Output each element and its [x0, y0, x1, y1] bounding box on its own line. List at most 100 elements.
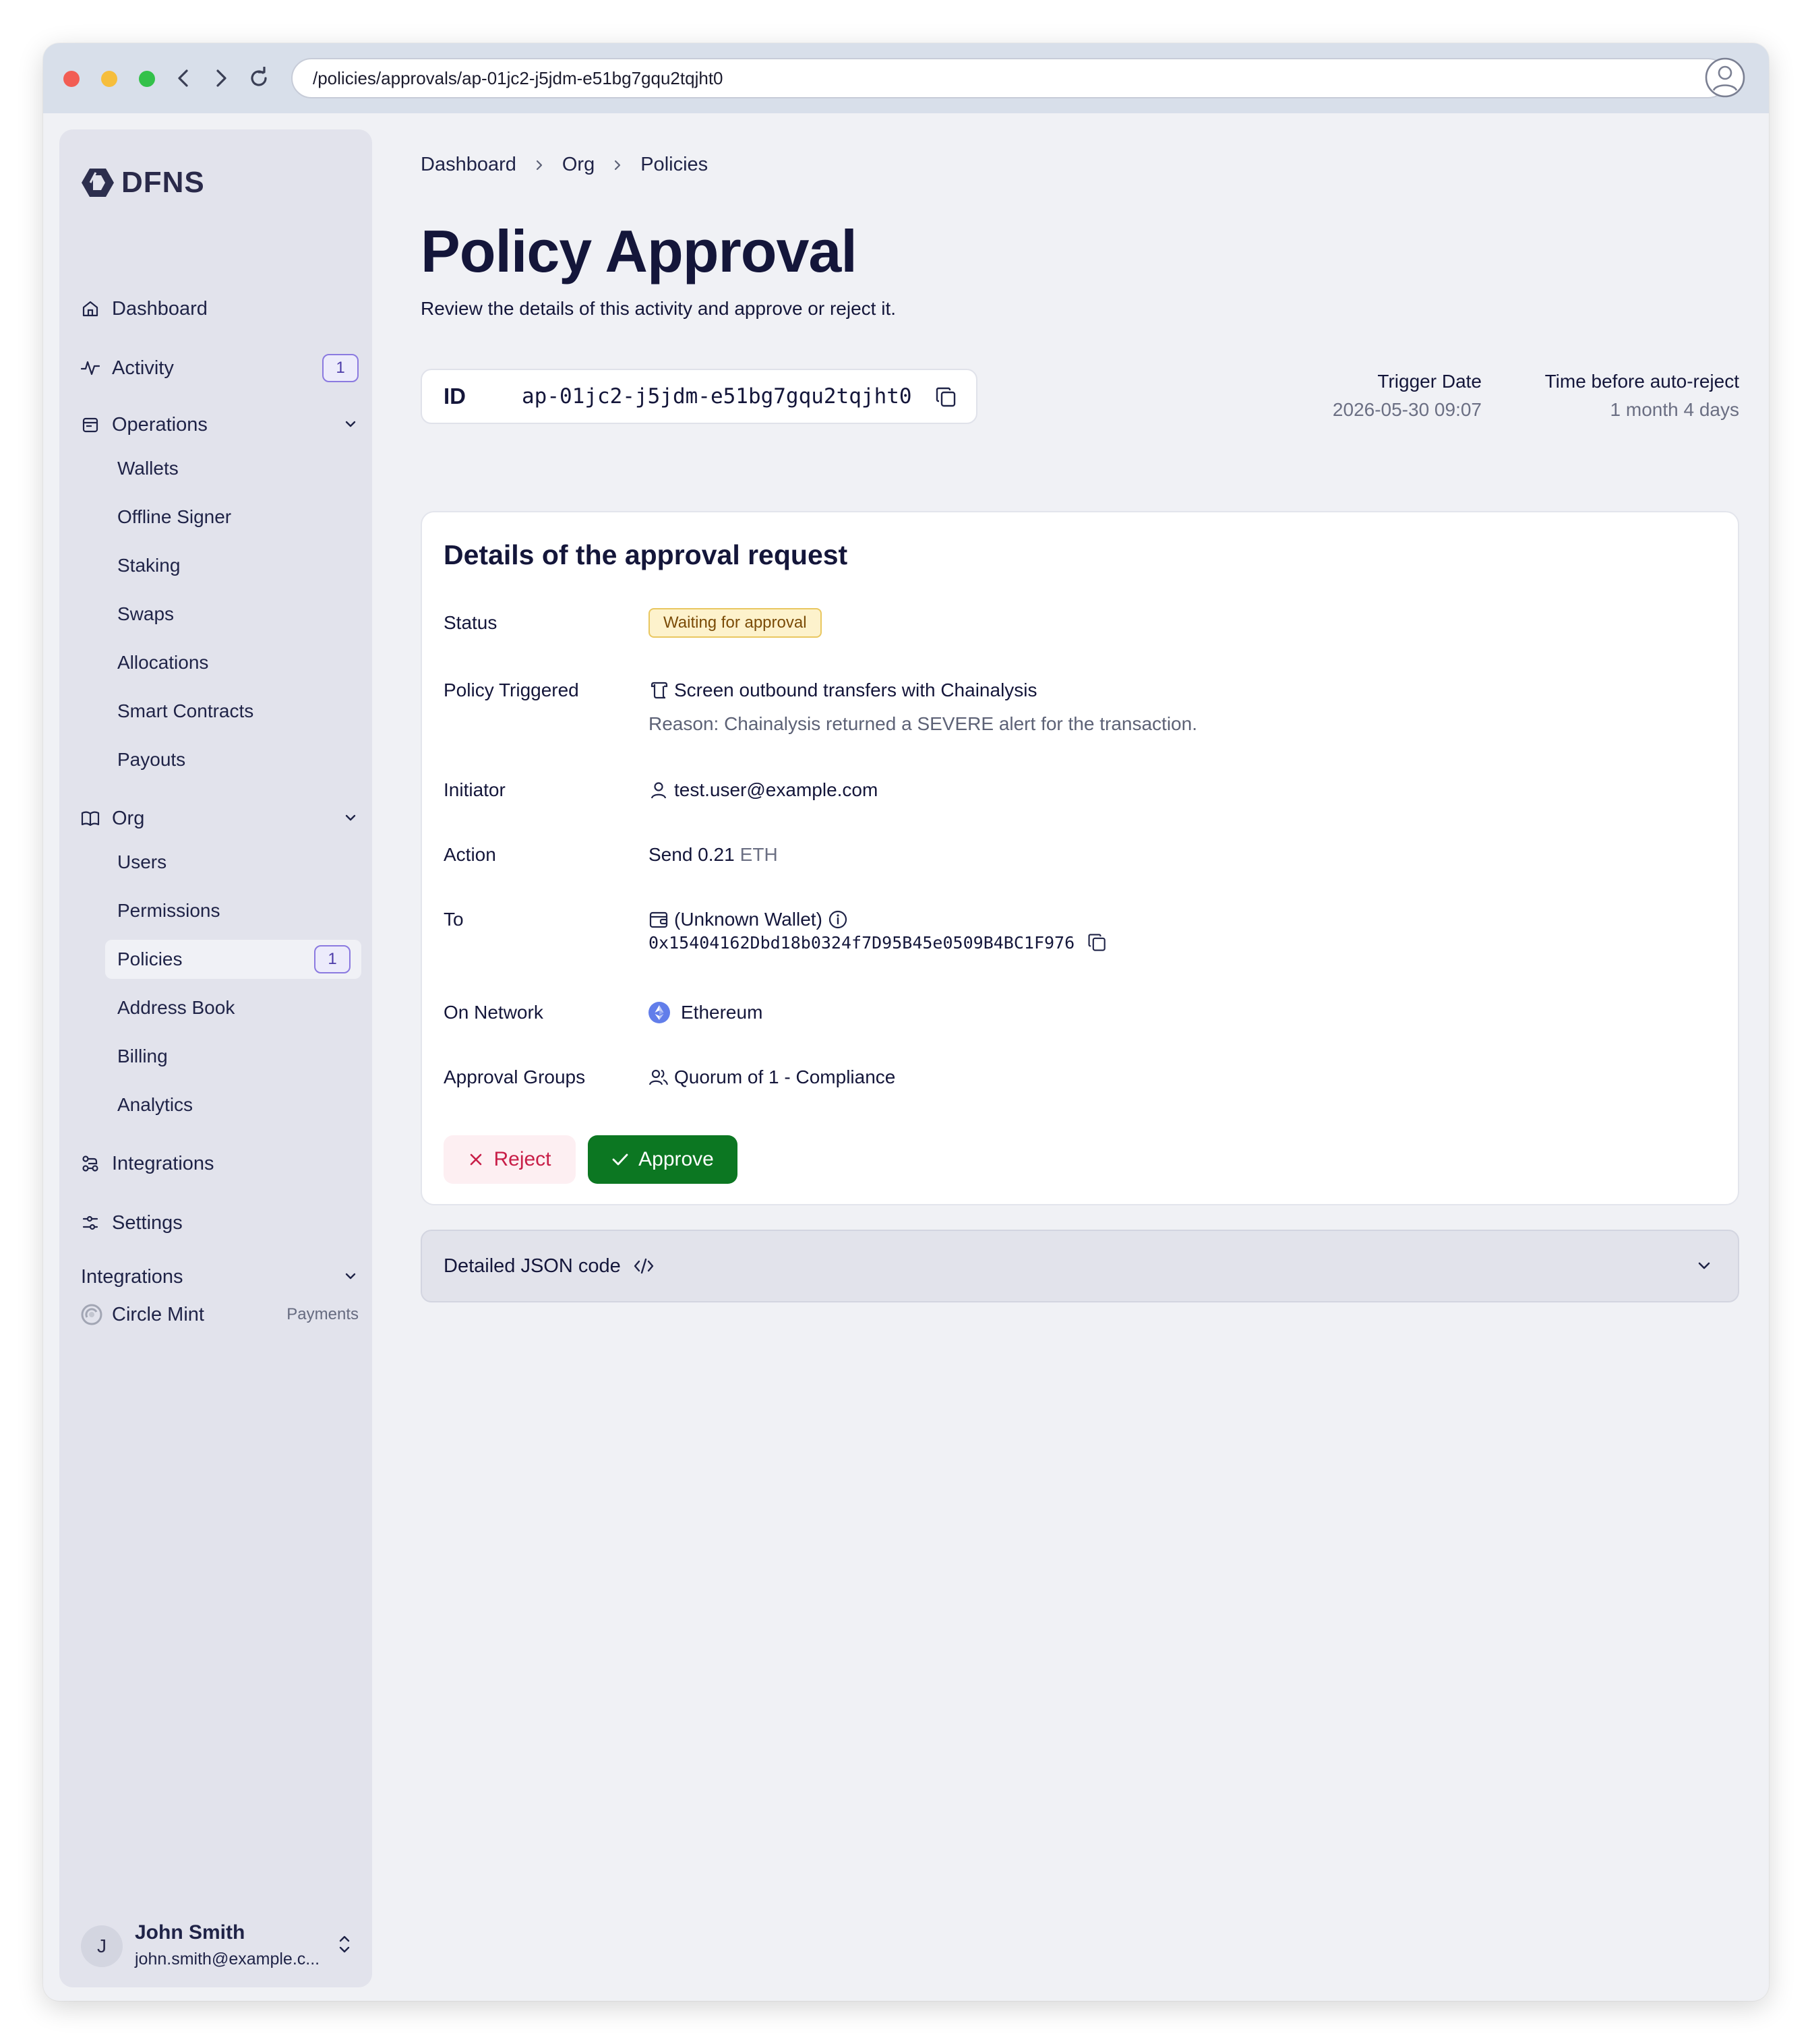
chevron-down-icon[interactable]: [342, 415, 359, 438]
wallet-icon: [648, 909, 669, 930]
copy-icon[interactable]: [934, 385, 959, 413]
sidebar-item-users[interactable]: Users: [105, 843, 361, 882]
sidebar-item-allocations[interactable]: Allocations: [105, 643, 361, 682]
sidebar-item-label: Staking: [117, 555, 181, 576]
sidebar-item-permissions[interactable]: Permissions: [105, 891, 361, 930]
policy-triggered-value[interactable]: Screen outbound transfers with Chainalys…: [648, 680, 1037, 701]
browser-profile-icon[interactable]: [1704, 57, 1746, 98]
sidebar-item-wallets[interactable]: Wallets: [105, 449, 361, 488]
home-icon: [81, 299, 100, 318]
network-value: Ethereum: [648, 1002, 762, 1023]
sidebar-item-label: Permissions: [117, 900, 220, 921]
maximize-window-button[interactable]: [139, 71, 155, 87]
auto-reject-timer: Time before auto-reject 1 month 4 days: [1545, 371, 1739, 421]
card-title: Details of the approval request: [444, 539, 848, 570]
chevron-down-icon[interactable]: [342, 809, 359, 831]
breadcrumb: Dashboard Org Policies: [421, 154, 708, 176]
address-text: 0x15404162Dbd18b0324f7D95B45e0509B4BC1F9…: [648, 932, 1075, 953]
network-name: Ethereum: [681, 1002, 763, 1023]
info-icon[interactable]: [828, 909, 848, 930]
settings-sliders-icon: [81, 1213, 100, 1232]
sidebar: DFNS Dashboard Activity 1 Operations Wal…: [59, 129, 372, 1987]
forward-icon[interactable]: [206, 63, 236, 93]
chevron-up-down-icon[interactable]: [337, 1933, 352, 1958]
integrations-section-header[interactable]: Integrations: [81, 1261, 359, 1293]
brand-name: DFNS: [121, 166, 205, 199]
sidebar-item-label: Offline Signer: [117, 506, 232, 527]
activity-count-badge: 1: [322, 354, 359, 382]
sidebar-item-label: Policies: [117, 949, 183, 969]
chevron-right-icon: [612, 158, 623, 172]
sidebar-item-label: Users: [117, 851, 167, 872]
sidebar-item-payouts[interactable]: Payouts: [105, 740, 361, 779]
to-label: To: [444, 909, 464, 930]
circle-mint-logo-icon: [81, 1304, 102, 1325]
approve-button[interactable]: Approve: [588, 1135, 737, 1184]
dfns-logo[interactable]: DFNS: [81, 166, 205, 200]
url-bar[interactable]: /policies/approvals/ap-01jc2-j5jdm-e51bg…: [291, 58, 1728, 98]
sidebar-item-circle-mint[interactable]: Circle Mint Payments: [81, 1300, 359, 1329]
back-icon[interactable]: [169, 63, 198, 93]
approval-groups-label: Approval Groups: [444, 1066, 586, 1087]
section-title: Integrations: [81, 1265, 183, 1288]
action-amount: Send 0.21: [648, 844, 735, 865]
policy-triggered-label: Policy Triggered: [444, 680, 579, 700]
sidebar-item-smart-contracts[interactable]: Smart Contracts: [105, 692, 361, 731]
breadcrumb-policies[interactable]: Policies: [640, 154, 708, 176]
calendar-icon: [81, 415, 100, 434]
chevron-down-icon[interactable]: [342, 1267, 359, 1290]
chevron-right-icon: [534, 158, 545, 172]
close-window-button[interactable]: [63, 71, 80, 87]
user-menu[interactable]: J John Smith john.smith@example.c...: [81, 1919, 359, 1970]
integrations-icon: [81, 1154, 100, 1173]
sidebar-item-label: Operations: [112, 413, 208, 435]
browser-titlebar: /policies/approvals/ap-01jc2-j5jdm-e51bg…: [43, 43, 1769, 113]
sidebar-item-label: Smart Contracts: [117, 700, 254, 721]
copy-icon[interactable]: [1087, 932, 1108, 953]
page-description: Review the details of this activity and …: [421, 298, 897, 319]
reject-label: Reject: [493, 1148, 551, 1170]
book-open-icon: [81, 809, 100, 828]
dfns-logo-icon: [82, 169, 114, 197]
sidebar-item-swaps[interactable]: Swaps: [105, 595, 361, 634]
chevron-down-icon[interactable]: [1695, 1257, 1714, 1281]
sidebar-item-label: Dashboard: [112, 297, 208, 320]
action-label: Action: [444, 844, 496, 865]
sidebar-item-staking[interactable]: Staking: [105, 546, 361, 585]
sidebar-item-billing[interactable]: Billing: [105, 1037, 361, 1076]
sidebar-item-dashboard[interactable]: Dashboard: [81, 293, 359, 325]
auto-reject-label: Time before auto-reject: [1544, 371, 1739, 392]
minimize-window-button[interactable]: [101, 71, 117, 87]
to-address: 0x15404162Dbd18b0324f7D95B45e0509B4BC1F9…: [648, 932, 1108, 953]
initiator-email: test.user@example.com: [674, 779, 878, 800]
action-asset: ETH: [739, 844, 778, 865]
sidebar-item-label: Settings: [112, 1211, 183, 1234]
breadcrumb-org[interactable]: Org: [562, 154, 595, 176]
sidebar-item-address-book[interactable]: Address Book: [105, 988, 361, 1027]
auto-reject-value: 1 month 4 days: [1610, 399, 1739, 420]
breadcrumb-dashboard[interactable]: Dashboard: [421, 154, 516, 176]
json-code-label: Detailed JSON code: [444, 1255, 621, 1277]
reject-button[interactable]: Reject: [444, 1135, 576, 1184]
sidebar-item-analytics[interactable]: Analytics: [105, 1085, 361, 1124]
sidebar-item-integrations[interactable]: Integrations: [81, 1147, 359, 1180]
trigger-date-label: Trigger Date: [1377, 371, 1482, 392]
sidebar-item-activity[interactable]: Activity 1: [81, 352, 359, 384]
users-icon: [648, 1067, 669, 1087]
sidebar-item-settings[interactable]: Settings: [81, 1207, 359, 1239]
sidebar-item-label: Billing: [117, 1046, 168, 1066]
sidebar-item-label: Analytics: [117, 1094, 193, 1115]
reload-icon[interactable]: [244, 63, 274, 93]
sidebar-item-offline-signer[interactable]: Offline Signer: [105, 498, 361, 537]
action-value: Send 0.21 ETH: [648, 844, 778, 866]
sidebar-item-label: Integrations: [112, 1152, 214, 1174]
sidebar-item-operations[interactable]: Operations: [81, 409, 359, 441]
wallet-name: (Unknown Wallet): [674, 909, 822, 930]
approval-groups-value: Quorum of 1 - Compliance: [648, 1066, 895, 1088]
sidebar-item-label: Swaps: [117, 603, 175, 624]
avatar: J: [81, 1925, 123, 1967]
sidebar-item-org[interactable]: Org: [81, 802, 359, 835]
sidebar-item-policies[interactable]: Policies 1: [105, 940, 361, 979]
close-icon: [468, 1151, 484, 1168]
json-code-accordion[interactable]: Detailed JSON code: [421, 1230, 1739, 1302]
